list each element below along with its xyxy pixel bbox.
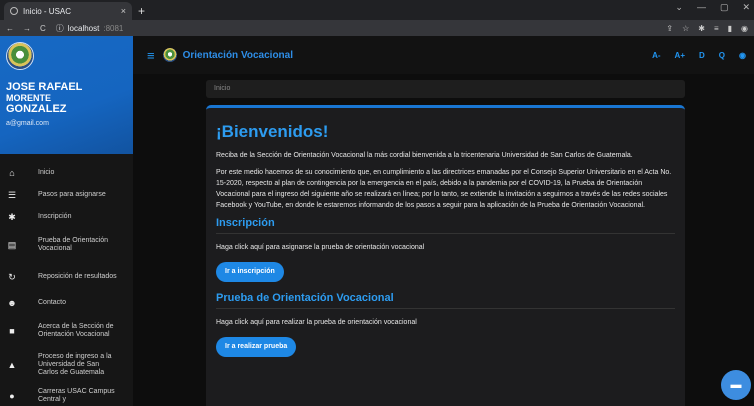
sidebar-item-label: Reposición de resultados (38, 273, 117, 280)
url-port: :8081 (103, 23, 124, 33)
sidebar-item-label: Acerca de la Sección de Orientación Voca… (38, 323, 114, 338)
sidebar-item-carreras[interactable]: ● Carreras USAC Campus Central y (0, 382, 133, 406)
account-icon[interactable]: ◉ (739, 51, 746, 60)
user-name: JOSE RAFAEL MORENTE GONZALEZ (6, 82, 96, 115)
font-decrease-button[interactable]: A- (652, 51, 660, 60)
sidebar-item-label: Contacto (38, 299, 67, 306)
people-icon: ☻ (7, 298, 17, 308)
media-icon[interactable]: ≡ (714, 24, 719, 33)
page-title: ¡Bienvenidos! (216, 122, 329, 141)
sidebar: JOSE RAFAEL MORENTE GONZALEZ a@gmail.com… (0, 36, 133, 406)
extension-icon[interactable]: ✱ (698, 24, 705, 33)
browser-toolbar: ← → C ⓘ localhost:8081 ⇪ ☆ ✱ ≡ ▮ ◉ (0, 20, 754, 36)
bookmark-star-icon[interactable]: ☆ (682, 24, 689, 33)
close-window-icon[interactable]: ✕ (742, 2, 750, 13)
reload-icon[interactable]: C (40, 24, 46, 33)
breadcrumb: Inicio (206, 80, 685, 98)
hamburger-menu-icon[interactable]: ≡ (147, 48, 155, 63)
sidebar-item-pasos[interactable]: ☰ Pasos para asignarse (0, 184, 133, 206)
address-bar[interactable]: ⓘ localhost:8081 (56, 23, 124, 34)
info-icon: ■ (9, 326, 15, 336)
profile-icon[interactable]: ◉ (741, 24, 748, 33)
forward-icon[interactable]: → (23, 24, 31, 33)
sidebar-item-inicio[interactable]: ⌂ Inicio (0, 162, 133, 184)
dark-mode-button[interactable]: D (699, 51, 705, 60)
home-icon: ⌂ (9, 168, 15, 178)
usac-logo (6, 42, 34, 70)
app-header: ≡ Orientación Vocacional A- A+ D Q ◉ (133, 36, 754, 74)
url-host: localhost (67, 23, 100, 33)
sidebar-item-contacto[interactable]: ☻ Contacto (0, 292, 133, 314)
sidebar-item-label: Inscripción (38, 213, 72, 220)
usac-logo-small (162, 48, 177, 62)
clipboard-icon: ▤ (7, 240, 17, 250)
sidebar-item-reposicion[interactable]: ↻ Reposición de resultados (0, 262, 133, 292)
app-title: Orientación Vocacional (182, 49, 293, 61)
sidebar-item-prueba[interactable]: ▤ Prueba de Orientación Vocacional (0, 228, 133, 262)
tab-title: Inicio - USAC (23, 6, 72, 16)
go-prueba-button[interactable]: Ir a realizar prueba (216, 337, 297, 357)
sidebar-item-label: Proceso de ingreso a la Universidad de S… (38, 353, 112, 376)
browser-tab-strip: Inicio - USAC × + ⌄ — ▢ ✕ (0, 0, 754, 20)
sidebar-item-proceso[interactable]: ▲ Proceso de ingreso a la Universidad de … (0, 348, 133, 382)
minimize-icon[interactable]: — (697, 2, 706, 13)
sidebar-item-label: Prueba de Orientación Vocacional (38, 237, 109, 252)
section-inscripcion-title: Inscripción (216, 217, 675, 234)
sidebar-item-label: Pasos para asignarse (38, 191, 106, 198)
list-icon: ☰ (7, 190, 17, 200)
user-last-name: GONZALEZ (6, 103, 67, 115)
notice-paragraph: Por este medio hacemos de su conocimient… (216, 169, 672, 209)
window-controls: ⌄ — ▢ ✕ (675, 2, 750, 13)
sidebar-item-label: Carreras USAC Campus Central y (38, 388, 115, 403)
sidebar-menu: ⌂ Inicio ☰ Pasos para asignarse ✱ Inscripci… (0, 154, 133, 406)
site-info-icon[interactable]: ⓘ (56, 23, 64, 34)
history-icon: ↻ (8, 272, 16, 282)
chat-fab-button[interactable]: ▬ (721, 370, 751, 400)
browser-tab[interactable]: Inicio - USAC × (4, 2, 132, 20)
section-prueba-title: Prueba de Orientación Vocacional (216, 292, 675, 309)
chat-icon: ▬ (730, 379, 742, 391)
go-inscripcion-button[interactable]: Ir a inscripción (216, 262, 284, 282)
gear-icon: ✱ (8, 212, 16, 222)
tab-search-icon[interactable]: ⌄ (675, 2, 683, 13)
user-first-name: JOSE RAFAEL (6, 81, 83, 93)
map-pin-icon: ● (9, 391, 15, 401)
maximize-icon[interactable]: ▢ (720, 2, 729, 13)
user-profile-header: JOSE RAFAEL MORENTE GONZALEZ a@gmail.com (0, 36, 133, 154)
font-increase-button[interactable]: A+ (675, 51, 685, 60)
sidebar-item-inscripcion[interactable]: ✱ Inscripción (0, 206, 133, 228)
user-email: a@gmail.com (6, 120, 49, 127)
welcome-card: ¡Bienvenidos! Reciba de la Sección de Or… (206, 105, 685, 406)
back-icon[interactable]: ← (6, 24, 14, 33)
sidebar-item-acerca[interactable]: ■ Acerca de la Sección de Orientación Voc… (0, 314, 133, 348)
graduation-icon: ▲ (7, 360, 17, 370)
section-prueba-text: Haga click aquí para realizar la prueba … (216, 319, 417, 326)
share-icon[interactable]: ⇪ (666, 24, 673, 33)
search-icon[interactable]: Q (719, 51, 725, 60)
sidepanel-icon[interactable]: ▮ (728, 24, 732, 33)
close-tab-icon[interactable]: × (121, 6, 126, 16)
section-inscripcion-text: Haga click aquí para asignarse la prueba… (216, 244, 425, 251)
new-tab-button[interactable]: + (138, 2, 145, 20)
globe-icon (10, 7, 18, 15)
sidebar-item-label: Inicio (38, 169, 55, 176)
welcome-paragraph: Reciba de la Sección de Orientación Voca… (216, 152, 633, 159)
